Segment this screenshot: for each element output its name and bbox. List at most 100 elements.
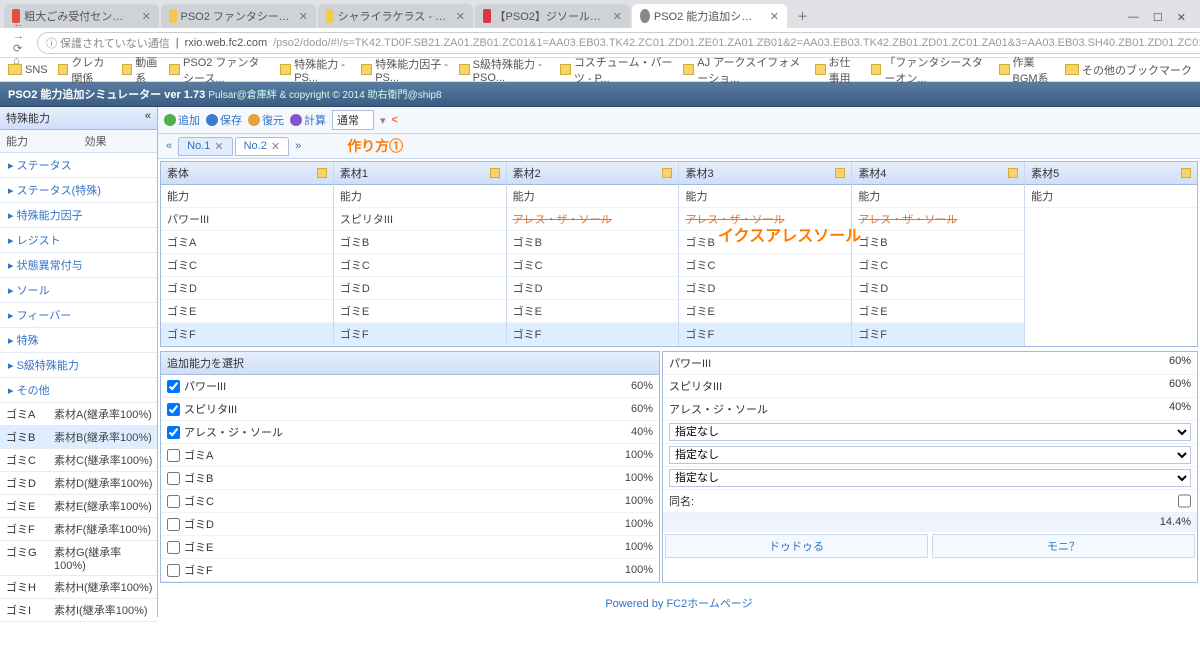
slot-ability[interactable]: ゴミE	[679, 300, 851, 323]
share-icon[interactable]: <	[392, 114, 398, 126]
sidebar-row[interactable]: ゴミA素材A(継承率100%)	[0, 403, 157, 426]
pin-icon[interactable]	[1181, 168, 1191, 178]
bookmark-item[interactable]: S級特殊能力 - PSO...	[459, 54, 550, 86]
browser-tab[interactable]: 【PSO2】ジソール系の作り方とイクス系✕	[475, 4, 630, 28]
ability-checkbox[interactable]	[167, 472, 180, 485]
tab-no2[interactable]: No.2✕	[235, 137, 289, 156]
sidebar-category[interactable]: ▸ 特殊能力因子	[0, 203, 157, 228]
forward-button[interactable]: →	[8, 30, 29, 42]
sidebar-category[interactable]: ▸ 状態異常付与	[0, 253, 157, 278]
ability-checkbox-row[interactable]: ゴミB100%	[161, 467, 659, 490]
calc-button[interactable]: 計算	[290, 112, 326, 128]
ability-checkbox-row[interactable]: アレス・ジ・ソール40%	[161, 421, 659, 444]
ability-checkbox[interactable]	[167, 518, 180, 531]
bookmark-item[interactable]: クレカ関係	[58, 54, 112, 86]
bookmark-item[interactable]: コスチューム・パーツ - P...	[560, 54, 673, 86]
bookmark-item[interactable]: 「ファンタシースターオン...	[871, 54, 989, 86]
sidebar-category[interactable]: ▸ フィーバー	[0, 303, 157, 328]
close-icon[interactable]: ✕	[142, 10, 151, 23]
slot-ability[interactable]: ゴミE	[161, 300, 333, 323]
moni-button[interactable]: モニ？	[932, 534, 1195, 558]
ability-checkbox-row[interactable]: ゴミC100%	[161, 490, 659, 513]
sidebar-category[interactable]: ▸ S級特殊能力	[0, 353, 157, 378]
bookmark-item[interactable]: お仕事用	[815, 54, 861, 86]
slot-ability[interactable]: アレス・ザ・ソール	[507, 208, 679, 231]
sidebar-category[interactable]: ▸ 特殊	[0, 328, 157, 353]
sidebar-row[interactable]: ゴミI素材I(継承率100%)	[0, 599, 157, 622]
slot-ability[interactable]: ゴミC	[852, 254, 1024, 277]
slot-ability[interactable]: 能力	[1025, 185, 1197, 208]
browser-tab[interactable]: シャライラケラス - PSO2 ファンタシース✕	[318, 4, 473, 28]
sidebar-row[interactable]: ゴミH素材H(継承率100%)	[0, 576, 157, 599]
save-button[interactable]: 保存	[206, 112, 242, 128]
slot-ability[interactable]: 能力	[161, 185, 333, 208]
slot-ability[interactable]: ゴミC	[161, 254, 333, 277]
pin-icon[interactable]	[1008, 168, 1018, 178]
close-icon[interactable]: ✕	[299, 10, 308, 23]
sidebar-row[interactable]: ゴミG素材G(継承率100%)	[0, 541, 157, 576]
slot-ability[interactable]: ゴミF	[852, 323, 1024, 346]
item-select-2[interactable]: 指定なし	[669, 446, 1191, 464]
slot-ability[interactable]: ゴミD	[334, 277, 506, 300]
slot-ability[interactable]: 能力	[852, 185, 1024, 208]
ability-checkbox[interactable]	[167, 541, 180, 554]
slot-ability[interactable]: ゴミB	[679, 231, 851, 254]
sidebar-row[interactable]: ゴミC素材C(継承率100%)	[0, 449, 157, 472]
window-close[interactable]: ✕	[1177, 11, 1186, 24]
slot-ability[interactable]: ゴミF	[334, 323, 506, 346]
ability-checkbox[interactable]	[167, 403, 180, 416]
ability-checkbox[interactable]	[167, 380, 180, 393]
close-icon[interactable]: ✕	[456, 10, 465, 23]
slot-ability[interactable]: ゴミB	[852, 231, 1024, 254]
ability-checkbox-row[interactable]: ゴミE100%	[161, 536, 659, 559]
sidebar-category[interactable]: ▸ ソール	[0, 278, 157, 303]
sidebar-row[interactable]: ゴミE素材E(継承率100%)	[0, 495, 157, 518]
collapse-icon[interactable]: «	[145, 110, 151, 126]
slot-ability[interactable]: アレス・ザ・ソール	[852, 208, 1024, 231]
ability-checkbox[interactable]	[167, 449, 180, 462]
ability-checkbox-row[interactable]: ゴミF100%	[161, 559, 659, 582]
close-icon[interactable]: ✕	[770, 10, 779, 23]
restore-button[interactable]: 復元	[248, 112, 284, 128]
ability-checkbox[interactable]	[167, 426, 180, 439]
slot-ability[interactable]: ゴミC	[334, 254, 506, 277]
bookmark-item[interactable]: 特殊能力因子 - PS...	[361, 54, 448, 86]
item-select-3[interactable]: 指定なし	[669, 469, 1191, 487]
back-button[interactable]: ←	[8, 18, 29, 30]
tab-no1[interactable]: No.1✕	[178, 137, 232, 156]
url-field[interactable]: ⓘ 保護されていない通信 | rxio.web.fc2.com/pso2/dod…	[37, 32, 1200, 54]
bookmark-item[interactable]: SNS	[8, 54, 48, 86]
slot-ability[interactable]: ゴミC	[679, 254, 851, 277]
slot-ability[interactable]: ゴミE	[334, 300, 506, 323]
bookmark-item[interactable]: 特殊能力 - PS...	[280, 54, 351, 86]
ability-checkbox-row[interactable]: ゴミD100%	[161, 513, 659, 536]
close-icon[interactable]: ✕	[613, 10, 622, 23]
ability-checkbox[interactable]	[167, 564, 180, 577]
slot-ability[interactable]: アレス・ザ・ソール	[679, 208, 851, 231]
bookmarks-more[interactable]: その他のブックマーク	[1065, 62, 1192, 78]
bookmark-item[interactable]: PSO2 ファンタシース...	[169, 54, 270, 86]
add-button[interactable]: 追加	[164, 112, 200, 128]
slot-ability[interactable]: ゴミD	[679, 277, 851, 300]
sidebar-row[interactable]: ゴミB素材B(継承率100%)	[0, 426, 157, 449]
sidebar-row[interactable]: ゴミD素材D(継承率100%)	[0, 472, 157, 495]
dudu-button[interactable]: ドゥドゥる	[665, 534, 928, 558]
bookmark-item[interactable]: AJ アークスイフォメーショ...	[683, 54, 804, 86]
slot-ability[interactable]: ゴミF	[679, 323, 851, 346]
tabs-prev[interactable]: «	[162, 140, 176, 152]
footer-link[interactable]: Powered by FC2ホームページ	[605, 598, 752, 610]
slot-ability[interactable]: 能力	[334, 185, 506, 208]
ability-checkbox[interactable]	[167, 495, 180, 508]
tabs-next[interactable]: »	[291, 140, 305, 152]
slot-ability[interactable]: 能力	[679, 185, 851, 208]
browser-tab-active[interactable]: PSO2 能力追加シミュレーター✕	[632, 4, 787, 28]
ability-checkbox-row[interactable]: スピリタIII60%	[161, 398, 659, 421]
slot-ability[interactable]: ゴミB	[334, 231, 506, 254]
sidebar-row[interactable]: ゴミF素材F(継承率100%)	[0, 518, 157, 541]
mode-select[interactable]: 通常	[332, 110, 374, 130]
slot-ability[interactable]: ゴミD	[507, 277, 679, 300]
slot-ability[interactable]: ゴミE	[507, 300, 679, 323]
pin-icon[interactable]	[835, 168, 845, 178]
sidebar-category[interactable]: ▸ レジスト	[0, 228, 157, 253]
slot-ability[interactable]: パワーIII	[161, 208, 333, 231]
